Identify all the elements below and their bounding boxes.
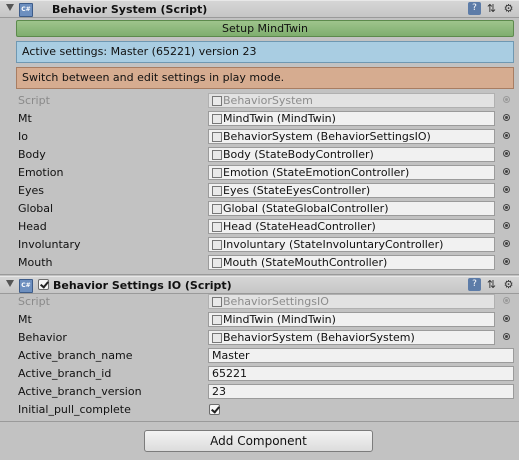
object-picker-icon (503, 96, 510, 103)
object-picker-icon[interactable] (503, 258, 510, 265)
object-picker-icon[interactable] (503, 240, 510, 247)
object-picker-icon[interactable] (503, 132, 510, 139)
component-title: Behavior Settings IO (Script) (53, 279, 232, 292)
object-picker-icon[interactable] (503, 114, 510, 121)
field-row-active-branch-id: Active_branch_id 65221 (0, 365, 519, 383)
object-icon (212, 114, 222, 124)
initial-pull-complete-checkbox[interactable] (209, 404, 220, 415)
script-icon: C# (19, 3, 33, 17)
gear-icon[interactable]: ⚙ (502, 278, 515, 291)
field-label: Eyes (18, 184, 44, 197)
object-picker-icon[interactable] (503, 168, 510, 175)
field-row-initial-pull-complete: Initial_pull_complete (0, 401, 519, 419)
field-row-io: Io BehaviorSystem (BehaviorSettingsIO) (0, 128, 519, 146)
script-field: BehaviorSystem (208, 93, 495, 108)
behavior-settings-io-header[interactable]: C# Behavior Settings IO (Script) ? ⇅ ⚙ (0, 276, 519, 294)
field-row-emotion: Emotion Emotion (StateEmotionController) (0, 164, 519, 182)
foldout-arrow-icon[interactable] (6, 280, 14, 287)
global-object-field[interactable]: Global (StateGlobalController) (208, 201, 495, 216)
gear-icon[interactable]: ⚙ (502, 2, 515, 15)
field-label: Script (18, 94, 50, 107)
field-label: Mt (18, 313, 32, 326)
field-label: Emotion (18, 166, 64, 179)
object-icon (212, 132, 222, 142)
field-row-behavior: Behavior BehaviorSystem (BehaviorSystem) (0, 329, 519, 347)
object-picker-icon[interactable] (503, 315, 510, 322)
active-settings-info: Active settings: Master (65221) version … (16, 41, 514, 63)
field-label: Head (18, 220, 47, 233)
field-label: Active_branch_version (18, 385, 142, 398)
field-row-active-branch-version: Active_branch_version 23 (0, 383, 519, 401)
component-title: Behavior System (Script) (52, 3, 208, 16)
object-picker-icon[interactable] (503, 204, 510, 211)
object-icon (212, 150, 222, 160)
preset-icon[interactable]: ⇅ (485, 2, 498, 15)
object-icon (212, 168, 222, 178)
field-row-involuntary: Involuntary Involuntary (StateInvoluntar… (0, 236, 519, 254)
head-object-field[interactable]: Head (StateHeadController) (208, 219, 495, 234)
active-branch-id-input[interactable]: 65221 (208, 366, 514, 381)
behavior-object-field[interactable]: BehaviorSystem (BehaviorSystem) (208, 330, 495, 345)
involuntary-object-field[interactable]: Involuntary (StateInvoluntaryController) (208, 237, 495, 252)
eyes-object-field[interactable]: Eyes (StateEyesController) (208, 183, 495, 198)
object-icon (212, 96, 222, 106)
field-row-script: Script BehaviorSystem (0, 92, 519, 110)
object-icon (212, 315, 222, 325)
object-icon (212, 333, 222, 343)
body-object-field[interactable]: Body (StateBodyController) (208, 147, 495, 162)
field-row-active-branch-name: Active_branch_name Master (0, 347, 519, 365)
active-branch-version-input[interactable]: 23 (208, 384, 514, 399)
field-label: Active_branch_name (18, 349, 133, 362)
field-label: Behavior (18, 331, 67, 344)
component-enabled-checkbox[interactable] (38, 279, 49, 290)
book-icon[interactable]: ? (468, 278, 481, 291)
object-picker-icon[interactable] (503, 222, 510, 229)
component-divider (0, 274, 519, 275)
active-branch-name-input[interactable]: Master (208, 348, 514, 363)
mt-object-field[interactable]: MindTwin (MindTwin) (208, 312, 495, 327)
component-divider (0, 421, 519, 422)
field-label: Mt (18, 112, 32, 125)
object-picker-icon[interactable] (503, 186, 510, 193)
field-label: Active_branch_id (18, 367, 112, 380)
field-label: Body (18, 148, 46, 161)
field-label: Script (18, 295, 50, 308)
playmode-info: Switch between and edit settings in play… (16, 67, 514, 89)
object-icon (212, 258, 222, 268)
field-row-mt: Mt MindTwin (MindTwin) (0, 110, 519, 128)
object-icon (212, 186, 222, 196)
field-row-head: Head Head (StateHeadController) (0, 218, 519, 236)
field-row-mouth: Mouth Mouth (StateMouthController) (0, 254, 519, 272)
object-picker-icon[interactable] (503, 333, 510, 340)
emotion-object-field[interactable]: Emotion (StateEmotionController) (208, 165, 495, 180)
field-row-body: Body Body (StateBodyController) (0, 146, 519, 164)
object-icon (212, 222, 222, 232)
field-label: Initial_pull_complete (18, 403, 131, 416)
field-label: Io (18, 130, 28, 143)
script-field: BehaviorSettingsIO (208, 294, 495, 309)
preset-icon[interactable]: ⇅ (485, 278, 498, 291)
mt-object-field[interactable]: MindTwin (MindTwin) (208, 111, 495, 126)
field-label: Involuntary (18, 238, 81, 251)
add-component-button[interactable]: Add Component (144, 430, 373, 452)
field-row-global: Global Global (StateGlobalController) (0, 200, 519, 218)
script-icon: C# (19, 279, 33, 293)
object-icon (212, 204, 222, 214)
object-icon (212, 297, 222, 307)
field-row-script: Script BehaviorSettingsIO (0, 293, 519, 311)
field-label: Mouth (18, 256, 53, 269)
io-object-field[interactable]: BehaviorSystem (BehaviorSettingsIO) (208, 129, 495, 144)
field-label: Global (18, 202, 54, 215)
object-picker-icon (503, 297, 510, 304)
setup-mindtwin-button[interactable]: Setup MindTwin (16, 20, 514, 37)
field-row-mt: Mt MindTwin (MindTwin) (0, 311, 519, 329)
behavior-system-header[interactable]: C# Behavior System (Script) ? ⇅ ⚙ (0, 0, 519, 18)
object-icon (212, 240, 222, 250)
mouth-object-field[interactable]: Mouth (StateMouthController) (208, 255, 495, 270)
field-row-eyes: Eyes Eyes (StateEyesController) (0, 182, 519, 200)
object-picker-icon[interactable] (503, 150, 510, 157)
book-icon[interactable]: ? (468, 2, 481, 15)
foldout-arrow-icon[interactable] (6, 4, 14, 11)
